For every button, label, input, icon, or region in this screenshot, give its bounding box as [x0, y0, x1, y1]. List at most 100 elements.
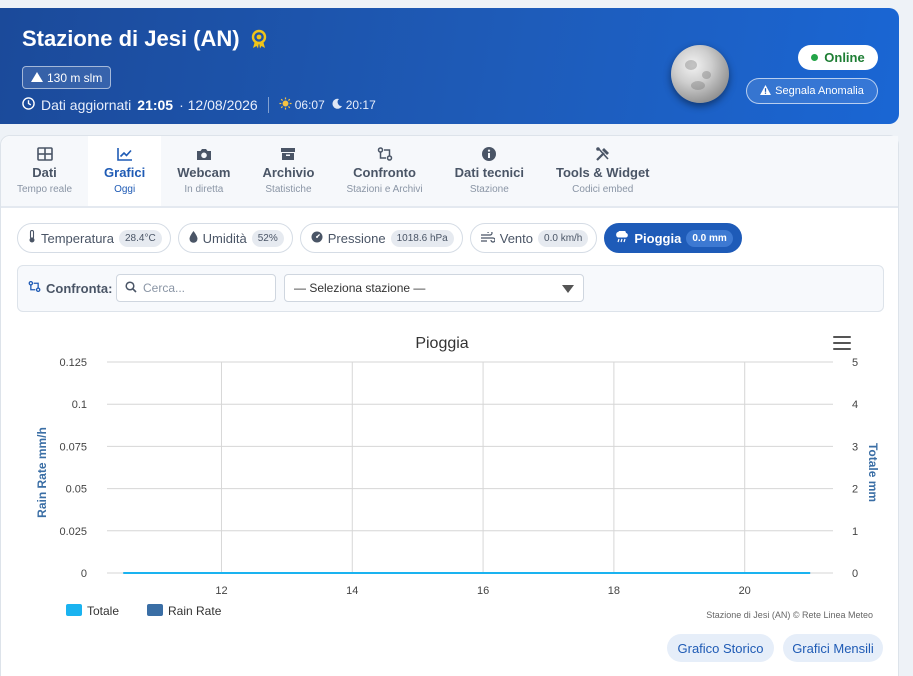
- update-info: Dati aggiornati 21:05 · 12/08/2026 06:07…: [22, 97, 376, 113]
- info-icon: [481, 146, 497, 162]
- moon-phase-icon: [671, 45, 729, 103]
- y-left-tick-label: 0.125: [59, 357, 87, 369]
- chip-umidita[interactable]: Umidità 52%: [177, 223, 293, 253]
- compare-icon: [28, 280, 41, 296]
- tab-dati[interactable]: Dati Tempo reale: [1, 136, 88, 206]
- chip-value: 1018.6 hPa: [390, 229, 454, 247]
- droplet-icon: [189, 230, 198, 246]
- y-left-tick-label: 0.075: [59, 441, 87, 453]
- chip-label: Pressione: [327, 230, 386, 246]
- tab-label: Grafici: [104, 165, 146, 180]
- sunrise: 06:07: [279, 97, 325, 113]
- tab-bar: Dati Tempo reale Grafici Oggi Webcam In …: [1, 136, 898, 208]
- tab-label: Confronto: [353, 165, 416, 180]
- station-title-row: Stazione di Jesi (AN): [22, 26, 268, 52]
- chip-vento[interactable]: Vento 0.0 km/h: [469, 223, 598, 253]
- clock-icon: [22, 97, 35, 113]
- x-tick-label: 12: [215, 585, 227, 597]
- search-icon: [125, 280, 137, 296]
- historic-chart-button[interactable]: Grafico Storico: [667, 634, 774, 662]
- tab-sublabel: Tempo reale: [17, 184, 73, 195]
- chip-value: 28.4°C: [118, 229, 162, 247]
- y-left-tick-label: 0: [81, 568, 87, 580]
- tab-tools-widget[interactable]: Tools & Widget Codici embed: [540, 136, 666, 206]
- search-placeholder: Cerca...: [143, 281, 186, 295]
- tab-sublabel: Codici embed: [572, 184, 634, 195]
- status-badge: Online: [798, 45, 878, 70]
- moon-icon: [331, 98, 343, 113]
- tab-confronto[interactable]: Confronto Stazioni e Archivi: [330, 136, 438, 206]
- chip-temperatura[interactable]: Temperatura 28.4°C: [17, 223, 171, 253]
- y-left-axis-label: Rain Rate mm/h: [35, 427, 49, 518]
- chart-credit: Stazione di Jesi (AN) © Rete Linea Meteo: [706, 610, 873, 620]
- tab-sublabel: Stazione: [469, 184, 509, 195]
- report-anomaly-button[interactable]: Segnala Anomalia: [746, 78, 878, 104]
- altitude-badge: 130 m slm: [22, 66, 112, 89]
- chart-title: Pioggia: [415, 335, 468, 352]
- chip-value: 0.0 km/h: [538, 229, 589, 247]
- tab-dati-tecnici[interactable]: Dati tecnici Stazione: [439, 136, 540, 206]
- legend-label: Rain Rate: [168, 604, 222, 618]
- monthly-charts-button[interactable]: Grafici Mensili: [783, 634, 883, 662]
- rain-icon: [615, 229, 629, 246]
- report-anomaly-label: Segnala Anomalia: [775, 85, 864, 97]
- altitude-value: 130 m slm: [47, 70, 103, 85]
- tab-archivio[interactable]: Archivio Statistiche: [246, 136, 330, 206]
- sun-icon: [279, 97, 292, 113]
- tab-sublabel: Stazioni e Archivi: [346, 184, 423, 195]
- compare-bar: Confronta: Cerca... — Seleziona stazione…: [17, 265, 884, 312]
- chip-pressione[interactable]: Pressione 1018.6 hPa: [299, 223, 463, 253]
- legend-swatch: [147, 604, 163, 616]
- legend-label: Totale: [87, 604, 119, 618]
- status-text: Online: [824, 50, 865, 65]
- divider: [267, 97, 269, 113]
- camera-icon: [196, 146, 212, 162]
- mountain-icon: [31, 71, 43, 85]
- measure-chips: Temperatura 28.4°C Umidità 52% Pressione…: [17, 223, 742, 253]
- main-card: Dati Tempo reale Grafici Oggi Webcam In …: [0, 135, 899, 676]
- station-select-value: — Seleziona stazione —: [294, 281, 426, 295]
- chip-label: Umidità: [202, 230, 247, 246]
- legend-swatch: [66, 604, 82, 616]
- gauge-icon: [311, 231, 323, 246]
- compare-search-input[interactable]: Cerca...: [116, 274, 276, 302]
- chart-svg: Pioggia00.0250.050.0750.10.12501234512 14…: [35, 335, 880, 620]
- archive-icon: [280, 146, 296, 162]
- compare-label-group: Confronta:: [28, 280, 112, 296]
- tab-sublabel: Oggi: [114, 184, 136, 195]
- updated-time: 21:05: [137, 97, 174, 113]
- x-tick-label: 16: [477, 585, 489, 597]
- y-left-tick-label: 0.025: [59, 526, 87, 538]
- x-tick-label: 14: [346, 585, 358, 597]
- tab-label: Dati: [32, 165, 57, 180]
- chip-label: Pioggia: [634, 230, 682, 246]
- thermometer-icon: [28, 229, 36, 246]
- chip-pioggia[interactable]: Pioggia 0.0 mm: [604, 223, 742, 253]
- chevron-down-icon: [562, 285, 574, 293]
- sunset: 20:17: [331, 98, 376, 113]
- updated-date: · 12/08/2026: [179, 97, 258, 113]
- wind-icon: [480, 229, 496, 246]
- station-select[interactable]: — Seleziona stazione —: [284, 274, 584, 302]
- table-icon: [36, 146, 53, 162]
- x-tick-label: 20: [739, 585, 751, 597]
- sunset-time: 20:17: [345, 98, 376, 112]
- status-dot-icon: [811, 54, 819, 61]
- chart-menu-icon[interactable]: [833, 336, 851, 350]
- sunrise-time: 06:07: [294, 98, 325, 112]
- y-left-tick-label: 0.05: [66, 484, 87, 496]
- tab-sublabel: In diretta: [184, 184, 224, 195]
- y-right-tick-label: 0: [852, 568, 858, 580]
- chip-label: Temperatura: [41, 230, 114, 246]
- station-header: Stazione di Jesi (AN) 130 m slm Dati agg…: [0, 8, 899, 124]
- tab-label: Webcam: [177, 165, 231, 180]
- compare-icon: [377, 146, 393, 162]
- y-right-axis-label: Totale mm: [866, 443, 880, 502]
- y-right-tick-label: 2: [852, 484, 858, 496]
- x-tick-label: 18: [608, 585, 620, 597]
- tab-sublabel: Statistiche: [265, 184, 312, 195]
- tab-grafici[interactable]: Grafici Oggi: [88, 136, 162, 206]
- tab-webcam[interactable]: Webcam In diretta: [161, 136, 246, 206]
- chip-value: 0.0 mm: [686, 229, 733, 247]
- warning-icon: [760, 84, 772, 98]
